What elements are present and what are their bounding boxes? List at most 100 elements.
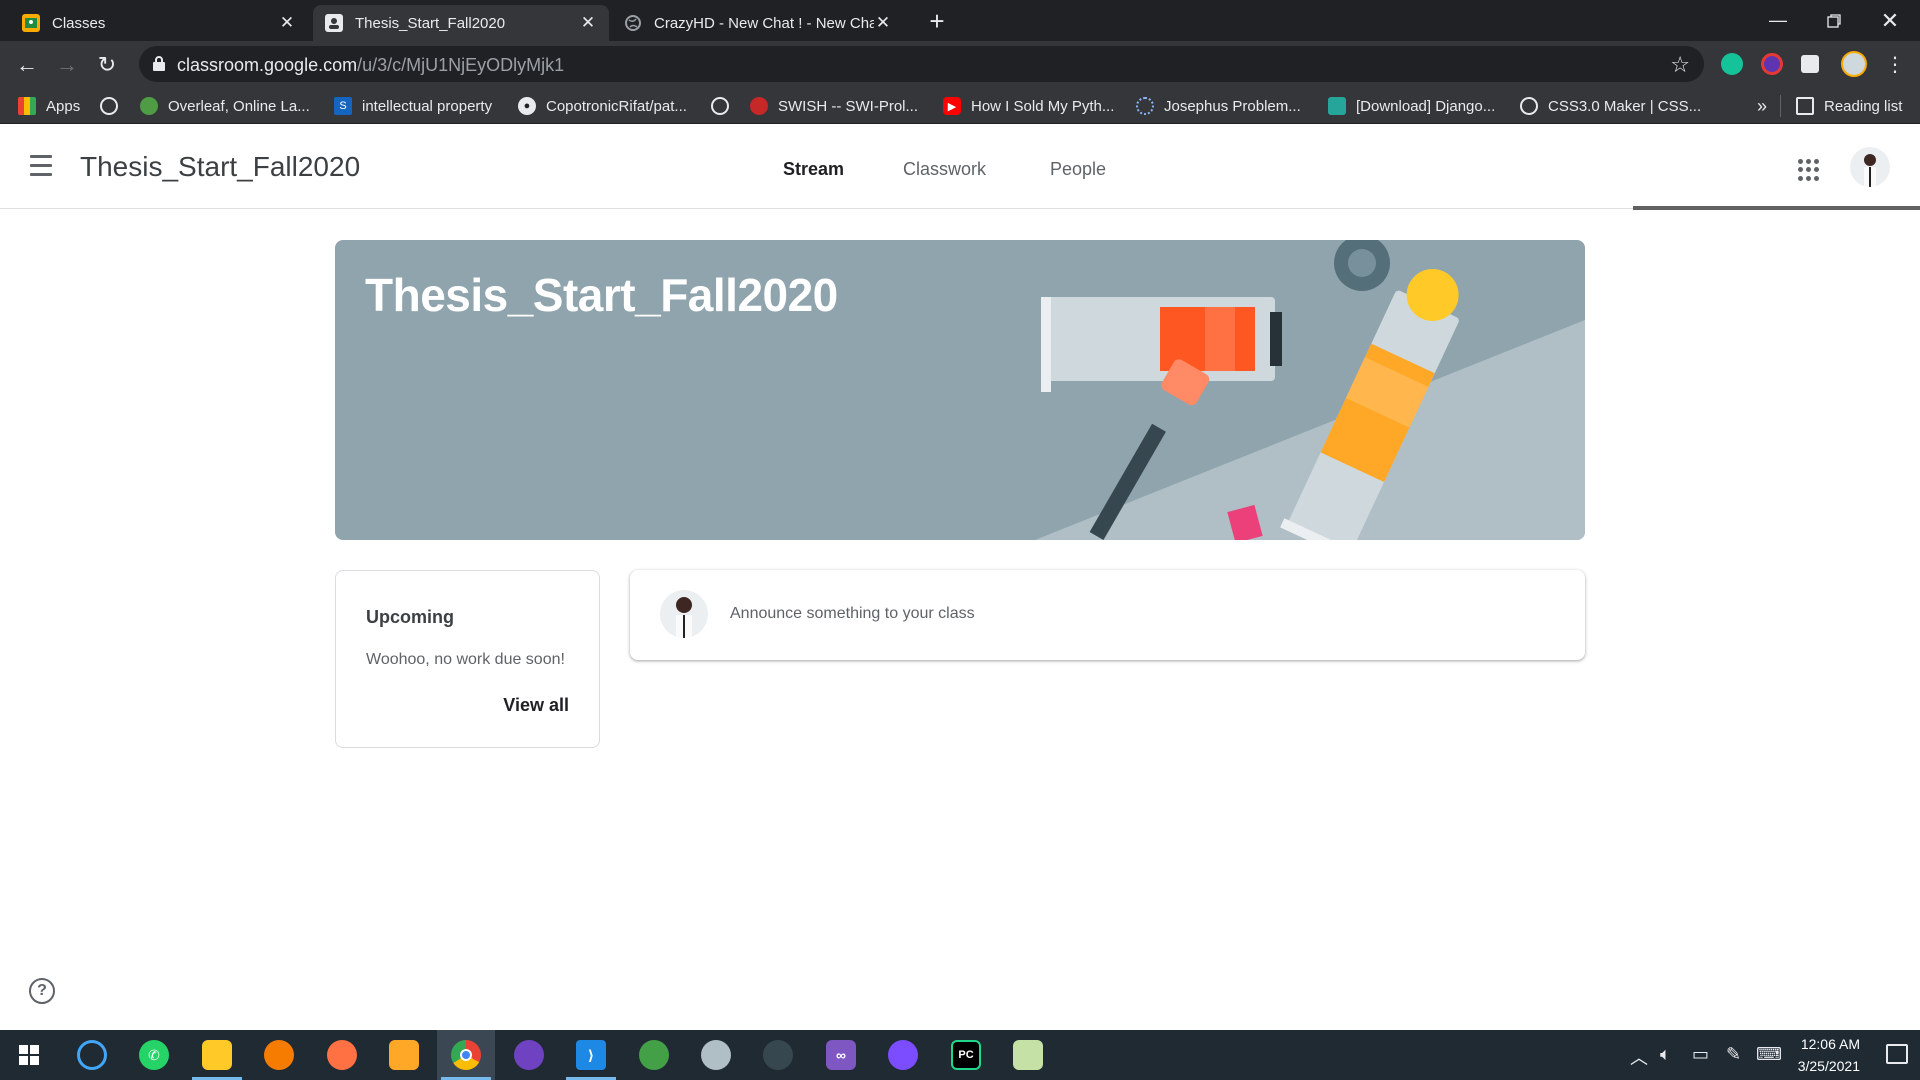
bookmark-globe-2[interactable]: [711, 95, 739, 117]
bookmark-overleaf[interactable]: Overleaf, Online La...: [140, 95, 310, 117]
profile-avatar[interactable]: [1841, 51, 1867, 77]
new-tab-button[interactable]: +: [923, 8, 951, 36]
bookmark-django[interactable]: [Download] Django...: [1328, 95, 1495, 117]
url-host: classroom.google.com: [177, 55, 358, 75]
volume-icon[interactable]: 🔈︎: [1660, 1044, 1671, 1065]
tab-people[interactable]: People: [1050, 159, 1106, 180]
bookmarks-bar: Apps Overleaf, Online La... S intellectu…: [0, 87, 1920, 124]
class-banner[interactable]: Thesis_Start_Fall2020: [335, 240, 1585, 540]
lock-icon: [153, 56, 165, 71]
tab-classes[interactable]: Classes ✕: [10, 5, 308, 41]
loading-icon: [1136, 97, 1154, 115]
browser-toolbar: ← → ↻ classroom.google.com/u/3/c/MjU1NjE…: [0, 41, 1920, 87]
github-desktop-icon[interactable]: [500, 1030, 558, 1080]
forward-button[interactable]: →: [52, 50, 82, 80]
account-avatar[interactable]: [1850, 147, 1890, 187]
messenger-icon[interactable]: [874, 1030, 932, 1080]
close-icon[interactable]: ✕: [874, 14, 892, 32]
more-menu-icon[interactable]: ⋮: [1880, 50, 1910, 80]
bookmark-globe[interactable]: [100, 95, 128, 117]
extension-icon[interactable]: [1761, 53, 1783, 75]
bookmark-github[interactable]: ● CopotronicRifat/pat...: [518, 95, 687, 117]
windows-start-icon[interactable]: [0, 1030, 58, 1080]
upcoming-card: Upcoming Woohoo, no work due soon! View …: [335, 570, 600, 748]
overleaf-icon: [140, 97, 158, 115]
address-bar[interactable]: classroom.google.com/u/3/c/MjU1NjEyODlyM…: [139, 46, 1704, 82]
file-explorer-icon[interactable]: [188, 1030, 246, 1080]
globe-icon: [624, 14, 642, 32]
chevron-up-icon[interactable]: ︿: [1630, 1044, 1648, 1070]
notification-icon[interactable]: [1886, 1044, 1908, 1064]
tab-title: Classes: [52, 14, 106, 32]
reload-button[interactable]: ↻: [92, 50, 122, 80]
bookmark-css3[interactable]: CSS3.0 Maker | CSS...: [1520, 95, 1701, 117]
bookmark-youtube[interactable]: ▶ How I Sold My Pyth...: [943, 95, 1114, 117]
loading-bar: [1633, 206, 1920, 210]
close-window-button[interactable]: ✕: [1862, 0, 1918, 41]
clock-date[interactable]: 3/25/2021: [1798, 1058, 1860, 1074]
minimize-button[interactable]: ―: [1750, 0, 1806, 41]
bookmark-label: SWISH -- SWI-Prol...: [778, 97, 918, 115]
paint-icon[interactable]: [687, 1030, 745, 1080]
bookmarks-overflow-button[interactable]: »: [1757, 95, 1767, 117]
bookmark-label: CopotronicRifat/pat...: [546, 97, 687, 115]
pycharm-icon[interactable]: PC: [937, 1030, 995, 1080]
banner-title[interactable]: Thesis_Start_Fall2020: [365, 268, 838, 322]
help-icon[interactable]: ?: [29, 978, 55, 1004]
back-button[interactable]: ←: [12, 50, 42, 80]
visual-studio-icon[interactable]: ∞: [812, 1030, 870, 1080]
network-icon[interactable]: ▭: [1692, 1044, 1709, 1065]
chrome-icon[interactable]: [437, 1030, 495, 1080]
tab-classwork[interactable]: Classwork: [903, 159, 986, 180]
restore-button[interactable]: [1806, 0, 1862, 41]
view-all-link[interactable]: View all: [503, 695, 569, 716]
bookmark-swish[interactable]: SWISH -- SWI-Prol...: [750, 95, 918, 117]
classroom-page: Thesis_Start_Fall2020 Stream Classwork P…: [0, 125, 1920, 1030]
main-menu-button[interactable]: [30, 155, 58, 177]
whatsapp-icon[interactable]: ✆: [125, 1030, 183, 1080]
django-icon: [1328, 97, 1346, 115]
upcoming-empty-text: Woohoo, no work due soon!: [366, 651, 565, 668]
reading-list-button[interactable]: Reading list: [1796, 95, 1902, 117]
grammarly-icon[interactable]: [1721, 53, 1743, 75]
clock-time[interactable]: 12:06 AM: [1801, 1036, 1860, 1052]
firefox-icon[interactable]: [313, 1030, 371, 1080]
bookmark-apps[interactable]: Apps: [18, 95, 80, 117]
notepad-icon[interactable]: [999, 1030, 1057, 1080]
windows-taskbar: ✆ ⟩ ∞ PC ︿ 🔈︎ ▭ ✎ ⌨ 12:06 AM 3/25/2021: [0, 1030, 1920, 1080]
keyboard-icon[interactable]: ⌨: [1756, 1044, 1782, 1065]
tab-stream[interactable]: Stream: [783, 159, 844, 180]
tab-title: CrazyHD - New Chat ! - New Cha: [654, 14, 874, 32]
bookmark-star-icon[interactable]: ☆: [1670, 52, 1690, 78]
tab-thesis[interactable]: Thesis_Start_Fall2020 ✕: [313, 5, 609, 41]
bookmark-label: Apps: [46, 97, 81, 115]
close-icon[interactable]: ✕: [579, 14, 597, 32]
restore-icon: [1827, 13, 1841, 28]
puzzle-icon[interactable]: [1801, 55, 1819, 73]
photo-app-icon[interactable]: [375, 1030, 433, 1080]
bookmark-josephus[interactable]: Josephus Problem...: [1136, 95, 1301, 117]
globe-icon: [711, 97, 729, 115]
classroom-person-icon: [325, 14, 343, 32]
inkscape-icon[interactable]: [749, 1030, 807, 1080]
pen-icon[interactable]: ✎: [1726, 1044, 1741, 1065]
announce-box[interactable]: Announce something to your class: [630, 570, 1585, 660]
class-title[interactable]: Thesis_Start_Fall2020: [80, 151, 360, 183]
bookmark-intellectual-property[interactable]: S intellectual property: [334, 95, 492, 117]
earth-icon[interactable]: [625, 1030, 683, 1080]
bookmark-label: CSS3.0 Maker | CSS...: [1548, 97, 1702, 115]
google-apps-icon[interactable]: [1798, 159, 1820, 181]
brave-icon[interactable]: [250, 1030, 308, 1080]
globe-icon: [1520, 97, 1538, 115]
tab-crazyhd[interactable]: CrazyHD - New Chat ! - New Cha ✕: [612, 5, 904, 41]
announce-placeholder[interactable]: Announce something to your class: [730, 605, 975, 623]
classroom-app-bar: Thesis_Start_Fall2020 Stream Classwork P…: [0, 125, 1920, 210]
search-cortana-icon[interactable]: [63, 1030, 121, 1080]
apps-grid-icon: [18, 97, 36, 115]
vscode-icon[interactable]: ⟩: [562, 1030, 620, 1080]
close-icon[interactable]: ✕: [278, 14, 296, 32]
divider: [1780, 95, 1781, 117]
reading-list-icon: [1796, 97, 1814, 115]
reading-list-label: Reading list: [1824, 97, 1903, 115]
system-tray: ︿ 🔈︎ ▭ ✎ ⌨ 12:06 AM 3/25/2021: [1630, 1030, 1860, 1080]
